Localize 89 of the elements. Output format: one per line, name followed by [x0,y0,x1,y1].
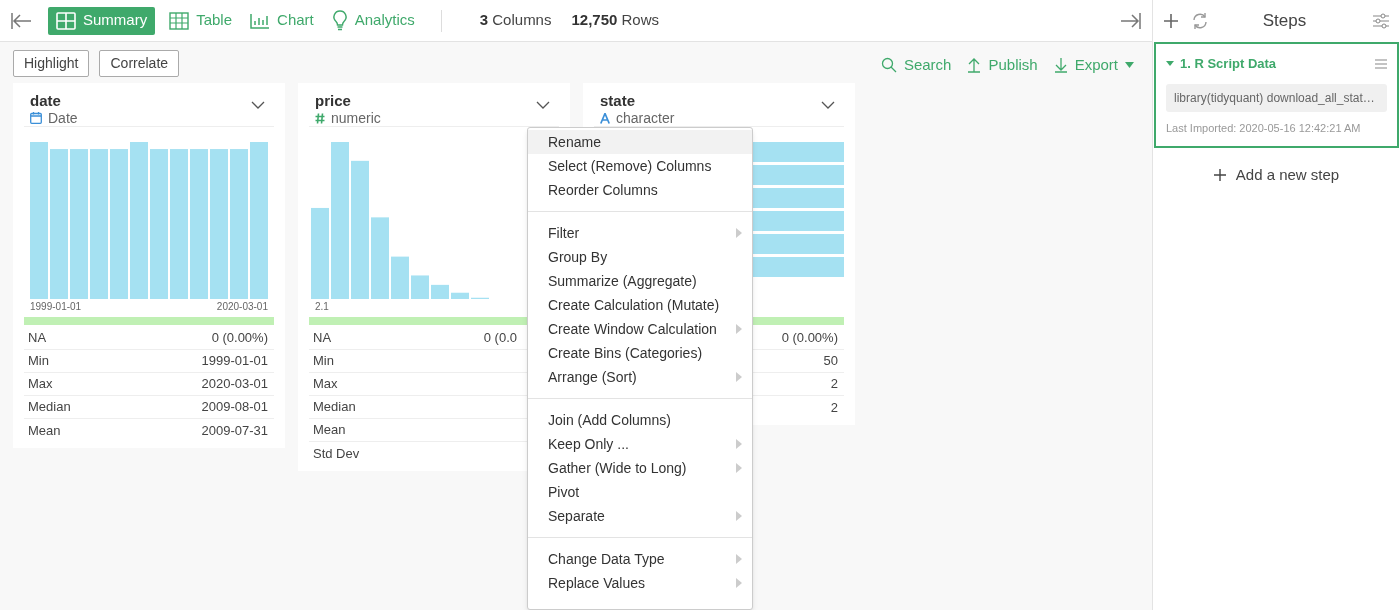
stat-label: Median [313,398,356,417]
stat-label: NA [313,329,332,348]
menu-item[interactable]: Gather (Wide to Long) [528,456,752,480]
menu-item[interactable]: Separate [528,504,752,528]
column-type: Date [48,110,78,126]
menu-item[interactable]: Group By [528,245,752,269]
hash-icon [315,112,325,124]
stat-value: 2009-08-01 [201,398,269,417]
axis-label: 2020-03-01 [216,300,268,313]
histogram-bar [391,256,409,299]
submenu-arrow-icon [736,463,742,473]
stat-value: 2020-03-01 [201,375,269,394]
column-type: numeric [331,110,381,126]
bar-chart-icon [250,12,271,29]
histogram-bar [431,284,449,299]
chevron-down-icon[interactable] [536,101,550,109]
add-step-button[interactable]: Add a new step [1213,164,1340,187]
data-count: 3 Columns [479,10,552,31]
stat-label: Max [28,375,53,394]
menu-item[interactable]: Create Calculation (Mutate) [528,293,752,317]
menu-item[interactable]: Select (Remove) Columns [528,154,752,178]
data-count: 12,750 Rows [571,10,660,31]
caret-icon[interactable] [1166,59,1174,68]
menu-item[interactable]: Rename [528,130,752,154]
stat-value: 2 [830,398,839,417]
lightbulb-icon [331,9,348,32]
menu-item[interactable]: Keep Only ... [528,432,752,456]
menu-item[interactable]: Create Bins (Categories) [528,341,752,365]
stat-value: 0 (0.00%) [781,329,839,348]
caret-icon [1125,62,1134,68]
stat-label: Mean [28,421,61,440]
column-name: price [315,92,352,110]
table-icon [169,11,190,30]
refresh-icon[interactable] [1191,12,1209,30]
plus-icon[interactable] [1163,13,1179,29]
axis-label: 1999-01-01 [30,300,82,313]
axis-label: 2.1 [315,300,329,313]
action-button[interactable]: Highlight [13,49,90,77]
submenu-arrow-icon [736,324,742,334]
settings-icon[interactable] [1372,13,1390,29]
stat-value: 2 [830,375,839,394]
grid-icon [56,11,76,30]
column-name: date [30,92,62,110]
menu-item[interactable]: Summarize (Aggregate) [528,269,752,293]
action-button[interactable]: Correlate [99,49,180,77]
stat-value: 0 (0.00%) [211,329,269,348]
stat-value: 50 [823,352,839,371]
chevron-down-icon[interactable] [251,101,265,109]
stat-value: 1999-01-01 [201,352,269,371]
column-name: state [600,92,637,110]
search-icon [880,57,897,73]
menu-item[interactable]: Change Data Type [528,547,752,571]
panel-title: Steps [1261,10,1308,33]
code-preview: library(tidyquant) download_all_stat… [1166,83,1387,112]
collapse-left-icon[interactable] [10,11,32,30]
stat-label: Median [28,398,71,417]
calendar-icon [30,112,42,124]
histogram-bar [411,275,429,299]
menu-item[interactable]: Replace Values [528,571,752,595]
stat-label: Mean [313,421,346,440]
submenu-arrow-icon [736,511,742,521]
step-card[interactable]: 1. R Script Data library(tidyquant) download_all_stat… Last Imported: 2020-05-16 12:42:21 AM [1154,42,1399,148]
stat-label: Min [313,352,334,371]
submenu-arrow-icon [736,228,742,238]
download-icon [1053,57,1068,73]
menu-item[interactable]: Create Window Calculation [528,317,752,341]
submenu-arrow-icon [736,578,742,588]
character-type-icon [600,112,610,124]
histogram-bar [451,292,469,299]
plus-icon [1213,169,1226,182]
column-type: character [616,110,675,126]
menu-item[interactable]: Pivot [528,480,752,504]
collapse-right-icon[interactable] [1120,11,1142,30]
menu-item[interactable]: Join (Add Columns) [528,408,752,432]
menu-item[interactable]: Reorder Columns [528,178,752,202]
stat-label: Min [28,352,49,371]
submenu-arrow-icon [736,372,742,382]
menu-item[interactable]: Arrange (Sort) [528,365,752,389]
menu-item[interactable]: Filter [528,221,752,245]
submenu-arrow-icon [736,554,742,564]
stat-label: NA [28,329,47,348]
chevron-down-icon[interactable] [821,101,835,109]
upload-icon [967,57,982,73]
stat-value: 2009-07-31 [201,421,269,440]
submenu-arrow-icon [736,439,742,449]
step-title: 1. R Script Data [1180,55,1278,73]
stat-label: Std Dev [313,444,360,463]
stat-label: Max [313,375,338,394]
import-timestamp: Last Imported: 2020-05-16 12:42:21 AM [1166,120,1362,136]
